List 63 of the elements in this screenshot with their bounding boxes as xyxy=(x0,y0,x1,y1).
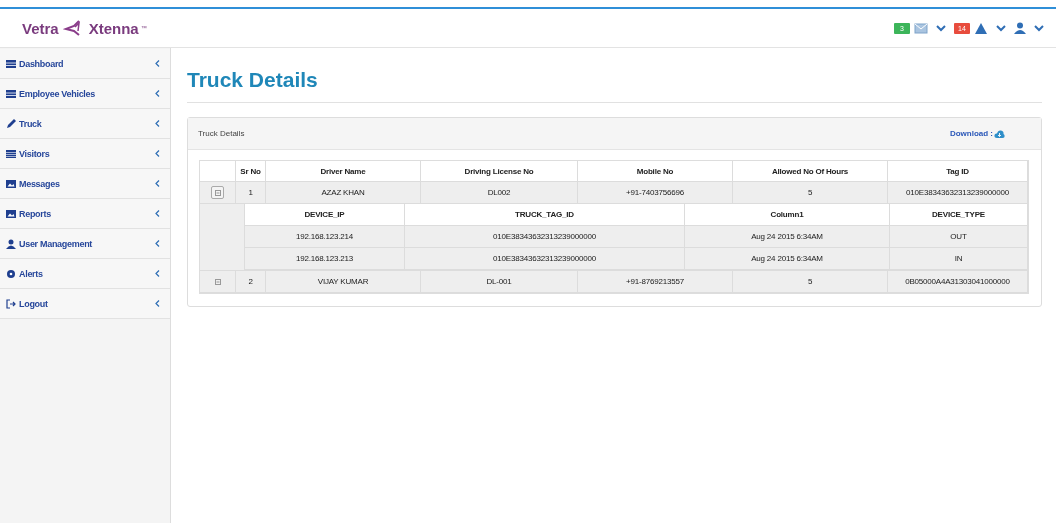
sign-out-icon xyxy=(6,298,16,309)
column-header: Column1 xyxy=(685,204,890,226)
table-cell: +91-8769213557 xyxy=(578,271,733,293)
logo-text: Vetra xyxy=(22,19,59,37)
caret-icon xyxy=(936,24,946,32)
panel-title: Truck Details xyxy=(198,129,245,138)
chevron-left-icon xyxy=(155,150,160,157)
table-cell: 192.168.123.214 xyxy=(245,226,405,248)
chevron-left-icon xyxy=(155,60,160,67)
table-cell: 010E38343632313239000000 xyxy=(405,248,685,270)
table-cell: OUT xyxy=(890,226,1028,248)
chevron-left-icon xyxy=(155,270,160,277)
table-cell: AZAZ KHAN xyxy=(266,182,421,204)
table-cell: VIJAY KUMAR xyxy=(266,271,421,293)
grid-icon xyxy=(6,88,16,99)
table-cell: 2 xyxy=(236,271,266,293)
caret-icon xyxy=(1034,24,1044,32)
table-cell: Aug 24 2015 6:34AM xyxy=(685,226,890,248)
list-icon xyxy=(6,148,16,159)
column-header: Allowed No Of Hours xyxy=(733,161,888,182)
chevron-left-icon xyxy=(155,240,160,247)
table-cell: IN xyxy=(890,248,1028,270)
table-cell: DL002 xyxy=(421,182,578,204)
table-cell: Aug 24 2015 6:34AM xyxy=(685,248,890,270)
table-cell: 192.168.123.213 xyxy=(245,248,405,270)
column-header: Driver Name xyxy=(266,161,421,182)
gear-icon xyxy=(6,268,16,279)
table-cell: 1 xyxy=(236,182,266,204)
minus-box-icon xyxy=(214,278,221,285)
table-cell: 5 xyxy=(733,271,888,293)
picture-icon xyxy=(6,208,16,219)
download-link[interactable]: Download : xyxy=(949,129,1005,138)
warning-icon xyxy=(974,21,988,35)
user-icon xyxy=(1014,22,1026,34)
column-header: Sr No xyxy=(236,161,266,182)
chevron-left-icon xyxy=(155,300,160,307)
row-toggle[interactable] xyxy=(211,186,224,199)
column-header: Driving License No xyxy=(421,161,578,182)
logo-text: Xtenna xyxy=(88,19,139,37)
pencil-icon xyxy=(6,118,16,129)
table-cell: +91-7403756696 xyxy=(578,182,733,204)
column-header: Tag ID xyxy=(888,161,1028,182)
table-cell: 010E38343632313239000000 xyxy=(405,226,685,248)
table-cell: 0B05000A4A31303041000000 xyxy=(888,271,1028,293)
minus-box-icon xyxy=(214,189,221,196)
table-cell: DL-001 xyxy=(421,271,578,293)
grid-icon xyxy=(6,58,16,69)
column-header: DEVICE_TYPE xyxy=(890,204,1028,226)
chevron-left-icon xyxy=(155,210,160,217)
chevron-left-icon xyxy=(155,90,160,97)
column-header: DEVICE_IP xyxy=(245,204,405,226)
envelope-icon xyxy=(914,21,928,35)
chevron-left-icon xyxy=(155,180,160,187)
table-cell: 010E38343632313239000000 xyxy=(888,182,1028,204)
table-cell: 5 xyxy=(733,182,888,204)
caret-icon xyxy=(996,24,1006,32)
user-icon xyxy=(6,238,16,249)
chevron-left-icon xyxy=(155,120,160,127)
cloud-download-icon xyxy=(994,129,1005,138)
picture-icon xyxy=(6,178,16,189)
page-title: Truck Details xyxy=(187,68,1042,103)
column-header: TRUCK_TAG_ID xyxy=(405,204,685,226)
column-header: Mobile No xyxy=(578,161,733,182)
